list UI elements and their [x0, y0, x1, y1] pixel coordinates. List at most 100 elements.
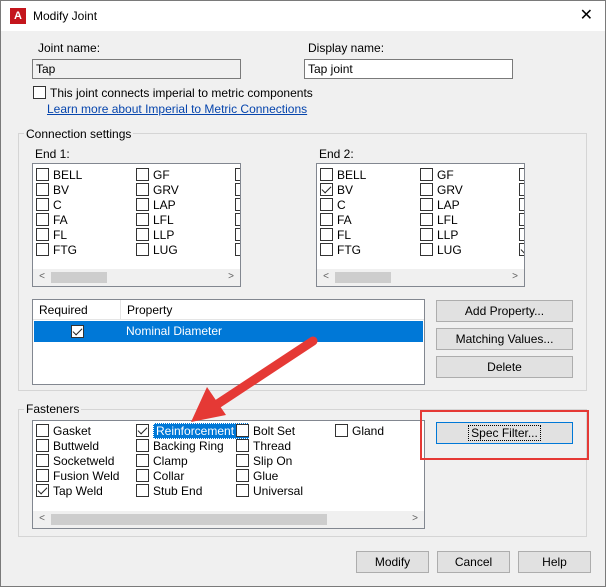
fastener-glue-checkbox[interactable]	[236, 469, 249, 482]
scroll-thumb[interactable]	[51, 514, 327, 525]
clipped-checkbox[interactable]	[235, 168, 240, 181]
scroll-thumb[interactable]	[335, 272, 391, 283]
fastener-gland-checkbox[interactable]	[335, 424, 348, 437]
column-header-property[interactable]: Property	[121, 300, 424, 320]
fastener-fusion-weld[interactable]: Fusion Weld	[36, 468, 119, 483]
clipped-checkbox[interactable]	[519, 183, 524, 196]
fastener-thread-checkbox[interactable]	[236, 439, 249, 452]
scroll-thumb[interactable]	[51, 272, 107, 283]
end1-item-bv-checkbox[interactable]	[36, 183, 49, 196]
fastener-collar[interactable]: Collar	[136, 468, 184, 483]
end2-listbox[interactable]: BELL BV C FA FL FTG GF GRV LAP LFL LLP LUG < >	[316, 163, 525, 287]
clipped-checkbox[interactable]	[519, 198, 524, 211]
end2-item-gf-checkbox[interactable]	[420, 168, 433, 181]
end2-item-fl-checkbox[interactable]	[320, 228, 333, 241]
matching-values-button[interactable]: Matching Values...	[436, 328, 573, 350]
end2-item-c-checkbox[interactable]	[320, 198, 333, 211]
fastener-tap-weld[interactable]: Tap Weld	[36, 483, 103, 498]
fastener-backing-ring-checkbox[interactable]	[136, 439, 149, 452]
end2-item-c[interactable]: C	[320, 197, 346, 212]
end1-listbox[interactable]: BELL BV C FA FL FTG GF GRV LAP LFL LLP LUG < >	[32, 163, 241, 287]
end1-item-llp[interactable]: LLP	[136, 227, 174, 242]
delete-button[interactable]: Delete	[436, 356, 573, 378]
fastener-thread[interactable]: Thread	[236, 438, 291, 453]
clipped-checkbox[interactable]	[519, 243, 524, 256]
end1-item-fl-checkbox[interactable]	[36, 228, 49, 241]
fastener-gasket[interactable]: Gasket	[36, 423, 91, 438]
end2-item-fa-checkbox[interactable]	[320, 213, 333, 226]
clipped-checkbox[interactable]	[235, 183, 240, 196]
cancel-button[interactable]: Cancel	[437, 551, 510, 573]
fastener-reinforcement-r-checkbox[interactable]	[136, 424, 149, 437]
end1-item-bell[interactable]: BELL	[36, 167, 82, 182]
end2-item-llp-checkbox[interactable]	[420, 228, 433, 241]
fasteners-hscrollbar[interactable]: < >	[33, 511, 424, 528]
end1-item-llp-checkbox[interactable]	[136, 228, 149, 241]
fastener-glue[interactable]: Glue	[236, 468, 278, 483]
fastener-tap-weld-checkbox[interactable]	[36, 484, 49, 497]
end1-item-c[interactable]: C	[36, 197, 62, 212]
end2-item-grv-checkbox[interactable]	[420, 183, 433, 196]
property-table[interactable]: Required Property Nominal Diameter	[32, 299, 425, 385]
scroll-right-icon[interactable]: >	[224, 270, 238, 284]
end1-item-bv[interactable]: BV	[36, 182, 69, 197]
scroll-left-icon[interactable]: <	[35, 270, 49, 284]
end1-item-c-checkbox[interactable]	[36, 198, 49, 211]
fasteners-listbox[interactable]: Gasket Buttweld Socketweld Fusion Weld Tap W…	[32, 420, 425, 529]
end2-item-fl[interactable]: FL	[320, 227, 351, 242]
end1-item-grv-checkbox[interactable]	[136, 183, 149, 196]
table-row[interactable]: Nominal Diameter	[34, 321, 423, 342]
end1-item-lfl[interactable]: LFL	[136, 212, 174, 227]
clipped-checkbox[interactable]	[519, 168, 524, 181]
end2-item-lfl-checkbox[interactable]	[420, 213, 433, 226]
fastener-reinforcement-r[interactable]: Reinforcement R	[136, 422, 250, 439]
fastener-clamp[interactable]: Clamp	[136, 453, 188, 468]
end2-item-llp[interactable]: LLP	[420, 227, 458, 242]
end2-item-lug-checkbox[interactable]	[420, 243, 433, 256]
required-checkbox[interactable]	[71, 325, 84, 338]
fastener-universal-checkbox[interactable]	[236, 484, 249, 497]
fastener-bolt-set[interactable]: Bolt Set	[236, 423, 295, 438]
end2-item-bell[interactable]: BELL	[320, 167, 366, 182]
fastener-slip-on[interactable]: Slip On	[236, 453, 292, 468]
clipped-checkbox[interactable]	[235, 228, 240, 241]
display-name-field[interactable]: Tap joint	[304, 59, 513, 79]
column-header-required[interactable]: Required	[33, 300, 121, 320]
fastener-backing-ring[interactable]: Backing Ring	[136, 438, 224, 453]
end2-item-lug[interactable]: LUG	[420, 242, 462, 257]
end2-item-lap[interactable]: LAP	[420, 197, 460, 212]
clipped-checkbox[interactable]	[519, 213, 524, 226]
end2-item-lfl[interactable]: LFL	[420, 212, 458, 227]
end2-item-lap-checkbox[interactable]	[420, 198, 433, 211]
clipped-checkbox[interactable]	[235, 198, 240, 211]
close-icon[interactable]: ✕	[580, 5, 593, 25]
fastener-fusion-weld-checkbox[interactable]	[36, 469, 49, 482]
end2-item-bv-checkbox[interactable]	[320, 183, 333, 196]
fastener-gland[interactable]: Gland	[335, 423, 384, 438]
fastener-socketweld[interactable]: Socketweld	[36, 453, 114, 468]
add-property-button[interactable]: Add Property...	[436, 300, 573, 322]
fastener-buttweld[interactable]: Buttweld	[36, 438, 99, 453]
clipped-checkbox[interactable]	[235, 243, 240, 256]
imperial-metric-checkbox-box[interactable]	[33, 86, 46, 99]
fastener-collar-checkbox[interactable]	[136, 469, 149, 482]
joint-name-field[interactable]: Tap	[32, 59, 241, 79]
end2-item-grv[interactable]: GRV	[420, 182, 463, 197]
fastener-buttweld-checkbox[interactable]	[36, 439, 49, 452]
end2-item-ftg-checkbox[interactable]	[320, 243, 333, 256]
imperial-metric-checkbox[interactable]: This joint connects imperial to metric c…	[33, 85, 313, 100]
end1-hscrollbar[interactable]: < >	[33, 269, 240, 286]
end2-item-gf[interactable]: GF	[420, 167, 454, 182]
fastener-universal[interactable]: Universal	[236, 483, 303, 498]
end1-item-lap-checkbox[interactable]	[136, 198, 149, 211]
end2-item-bell-checkbox[interactable]	[320, 168, 333, 181]
end1-item-lap[interactable]: LAP	[136, 197, 176, 212]
end1-item-bell-checkbox[interactable]	[36, 168, 49, 181]
fastener-slip-on-checkbox[interactable]	[236, 454, 249, 467]
fastener-stub-end[interactable]: Stub End	[136, 483, 202, 498]
end1-item-ftg-checkbox[interactable]	[36, 243, 49, 256]
end1-item-lug-checkbox[interactable]	[136, 243, 149, 256]
end1-item-gf[interactable]: GF	[136, 167, 170, 182]
end2-item-bv[interactable]: BV	[320, 182, 353, 197]
scroll-left-icon[interactable]: <	[319, 270, 333, 284]
